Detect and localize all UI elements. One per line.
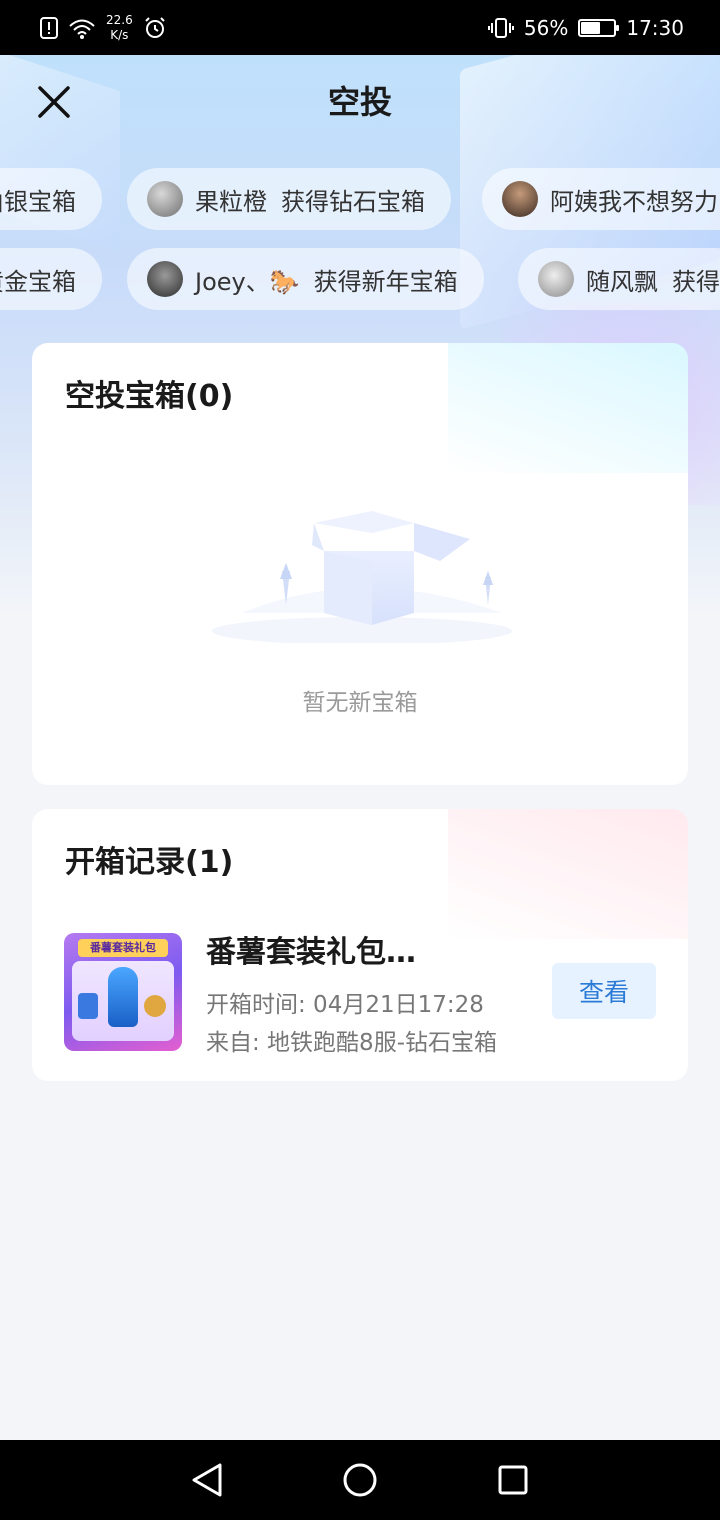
status-left: 22.6 K/s — [40, 13, 167, 43]
notification-alert-icon — [40, 16, 58, 39]
ticker-chip-text: 获得 — [672, 267, 720, 296]
avatar — [147, 181, 183, 217]
wifi-icon — [68, 17, 96, 39]
ticker-chip-user: 阿姨我不想努力 — [550, 187, 718, 216]
record-source: 来自: 地铁跑酷8服-钻石宝箱 — [206, 1030, 497, 1056]
thumbnail-banner: 番薯套装礼包 — [78, 939, 168, 957]
recents-square-icon — [498, 1465, 528, 1495]
record-thumbnail[interactable]: 番薯套装礼包 — [64, 933, 182, 1051]
back-button[interactable] — [177, 1450, 237, 1510]
empty-box-illustration — [212, 511, 512, 643]
system-nav-bar — [0, 1440, 720, 1520]
airdrop-card: 空投宝箱(0) 暂无新宝箱 — [32, 343, 688, 785]
recents-button[interactable] — [483, 1450, 543, 1510]
network-speed: 22.6 K/s — [106, 13, 133, 43]
alarm-icon — [143, 16, 167, 40]
key-icon — [78, 993, 98, 1019]
ticker-chip-text: 黄金宝箱 — [0, 267, 76, 296]
card-decoration — [448, 809, 688, 939]
ticker-row: 由银宝箱 果粒橙 获得钻石宝箱 阿姨我不想努力 — [0, 168, 720, 230]
home-circle-icon — [343, 1463, 377, 1497]
ticker-chip-user: 果粒橙 — [195, 187, 267, 216]
card-decoration — [448, 343, 688, 473]
avatar — [502, 181, 538, 217]
ticker-chip-text: 由银宝箱 — [0, 187, 76, 216]
records-card: 开箱记录(1) 番薯套装礼包 番薯套装礼包… 开箱时间: 04月21日17:28… — [32, 809, 688, 1081]
ticker-chip: 由银宝箱 — [0, 168, 102, 230]
ticker-row: 黄金宝箱 Joey、🐎 获得新年宝箱 随风飘 获得 — [0, 248, 720, 310]
records-title: 开箱记录(1) — [65, 845, 234, 880]
ticker-chip: Joey、🐎 获得新年宝箱 — [127, 248, 484, 310]
status-right: 56% 17:30 — [487, 15, 684, 40]
battery-icon — [578, 18, 620, 37]
home-button[interactable] — [330, 1450, 390, 1510]
empty-state-text: 暂无新宝箱 — [302, 690, 418, 716]
avatar — [147, 261, 183, 297]
ticker-chip-user: Joey、🐎 — [195, 267, 300, 296]
network-speed-unit: K/s — [110, 27, 129, 42]
back-triangle-icon — [192, 1463, 222, 1497]
airdrop-title: 空投宝箱(0) — [65, 379, 234, 414]
status-bar: 22.6 K/s 56% 17:30 — [0, 0, 720, 55]
ticker-chip-user: 随风飘 — [586, 267, 658, 296]
avatar — [538, 261, 574, 297]
ticker-chip: 随风飘 获得 — [518, 248, 720, 310]
record-time: 开箱时间: 04月21日17:28 — [206, 992, 484, 1018]
battery-fill — [581, 21, 601, 34]
record-name: 番薯套装礼包… — [206, 935, 416, 970]
clock: 17:30 — [626, 15, 684, 40]
ticker-chip: 阿姨我不想努力 — [482, 168, 720, 230]
ticker-chip: 果粒橙 获得钻石宝箱 — [127, 168, 451, 230]
ticker-chip: 黄金宝箱 — [0, 248, 102, 310]
character-figure — [108, 967, 138, 1027]
battery-percent: 56% — [523, 15, 569, 40]
page-title: 空投 — [327, 83, 392, 121]
network-speed-value: 22.6 — [106, 12, 133, 27]
coin-bag-icon — [144, 995, 166, 1017]
view-button[interactable]: 查看 — [552, 963, 656, 1019]
ticker-chip-text: 获得钻石宝箱 — [281, 187, 425, 216]
ticker-chip-text: 获得新年宝箱 — [313, 267, 458, 296]
vibrate-icon — [487, 17, 514, 39]
